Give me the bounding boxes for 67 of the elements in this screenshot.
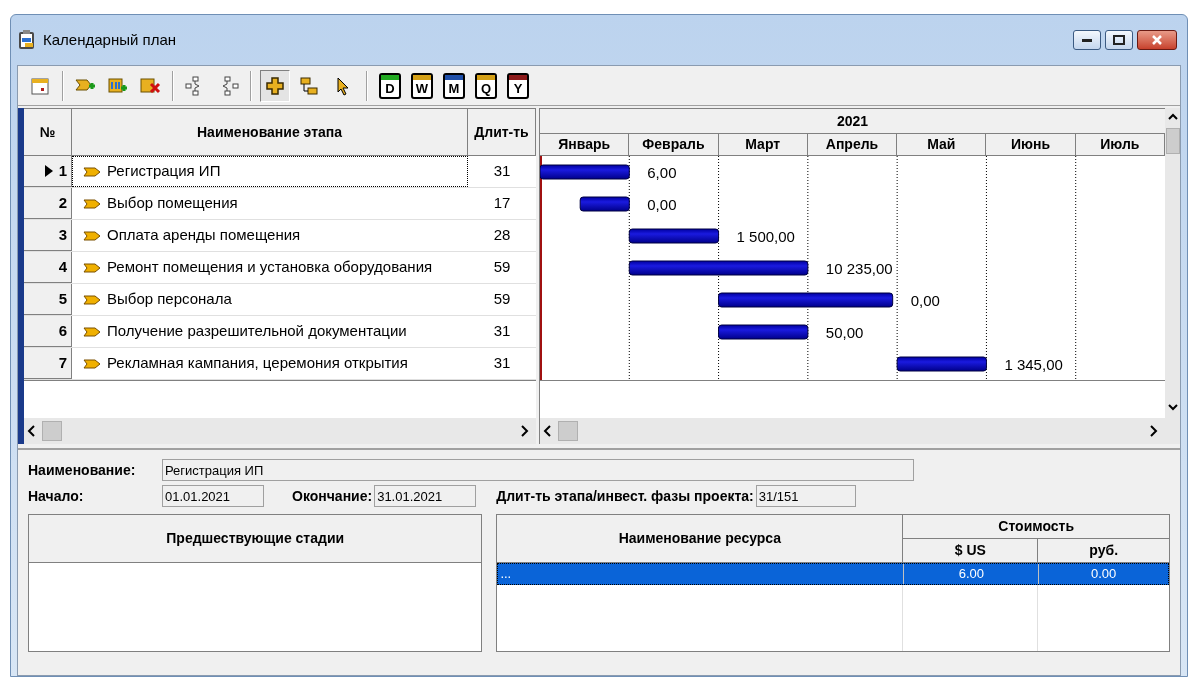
plus-icon[interactable] — [260, 69, 290, 102]
clipboard-icon — [17, 29, 37, 51]
duration-cell-text: 17 — [492, 193, 512, 214]
close-button[interactable] — [1137, 30, 1177, 50]
cost-label: 6,00 — [647, 164, 677, 181]
scale-button[interactable]: Q — [475, 72, 497, 99]
scale-button[interactable]: M — [443, 72, 465, 99]
scale-button[interactable]: W — [411, 72, 433, 99]
window-title: Календарный план — [43, 29, 176, 50]
gantt-bar[interactable] — [628, 228, 720, 244]
field-label: Длит-ть этапа/инвест. фазы проекта: — [496, 486, 754, 506]
field-label: Наименование: — [28, 460, 137, 480]
cost-label: 1 345,00 — [1004, 356, 1063, 373]
stage-arrow-icon — [83, 197, 101, 210]
stage-arrow-icon — [83, 293, 101, 306]
row-number: 2 — [58, 192, 67, 213]
maximize-button[interactable] — [1105, 30, 1133, 50]
stage-name-cell[interactable]: Выбор персонала — [72, 284, 468, 315]
field-label: Начало: — [28, 486, 85, 506]
row-number: 7 — [58, 352, 67, 373]
stage-name-cell[interactable]: Рекламная кампания, церемония открытия — [72, 348, 468, 379]
cost-label: 0,00 — [910, 292, 940, 309]
stage-arrow-icon — [83, 229, 101, 242]
stage-name-cell[interactable]: Регистрация ИП — [72, 156, 468, 187]
name-field[interactable]: Регистрация ИП — [162, 459, 914, 481]
maximize-icon — [1113, 35, 1125, 45]
cost-label: 0,00 — [647, 196, 677, 213]
row-number: 5 — [58, 288, 67, 309]
close-icon — [1151, 35, 1163, 45]
stage-arrow-icon — [83, 165, 101, 178]
minimize-icon — [1082, 38, 1092, 42]
duration-cell-text: 28 — [492, 225, 512, 246]
column-header: Стоимость — [903, 515, 1169, 539]
cost-label: 1 500,00 — [736, 228, 795, 245]
resource-row[interactable]: ... 6.00 0.00 — [497, 563, 1169, 585]
cost-label: 10 235,00 — [825, 260, 893, 277]
field-label: Окончание: — [292, 486, 373, 506]
stage-arrow-icon — [83, 325, 101, 338]
row-number: 6 — [58, 320, 67, 341]
scrollbar-thumb[interactable] — [42, 421, 62, 441]
duration-cell-text: 31 — [492, 161, 512, 182]
duration-cell-text: 31 — [492, 321, 512, 342]
column-header: Наименование ресурса — [497, 515, 904, 562]
stage-name-cell[interactable]: Получение разрешительной документации — [72, 316, 468, 347]
stage-name-cell[interactable]: Выбор помещения — [72, 188, 468, 219]
end-date-field[interactable]: 31.01.2021 — [374, 485, 477, 507]
duration-cell-text: 59 — [492, 289, 512, 310]
gantt-bar[interactable] — [579, 196, 630, 212]
row-number: 4 — [58, 256, 67, 277]
row-number: 3 — [58, 224, 67, 245]
column-header: $ US — [903, 539, 1039, 562]
stage-name-cell[interactable]: Оплата аренды помещения — [72, 220, 468, 251]
duration-cell-text: 59 — [492, 257, 512, 278]
scrollbar-thumb[interactable] — [558, 421, 578, 441]
stage-arrow-icon — [83, 261, 101, 274]
scrollbar-thumb[interactable] — [1165, 128, 1180, 154]
stage-arrow-icon — [83, 357, 101, 370]
duration-field[interactable]: 31/151 — [755, 485, 856, 507]
cost-label: 50,00 — [825, 324, 864, 341]
row-number: 1 — [58, 160, 67, 181]
scale-button[interactable]: Y — [507, 72, 529, 99]
column-header: руб. — [1088, 541, 1120, 560]
start-date-field[interactable]: 01.01.2021 — [162, 485, 264, 507]
stage-name-cell[interactable]: Ремонт помещения и установка оборудования — [72, 252, 468, 283]
duration-cell-text: 31 — [492, 353, 512, 374]
scale-button[interactable]: D — [379, 72, 401, 99]
minimize-button[interactable] — [1073, 30, 1101, 50]
